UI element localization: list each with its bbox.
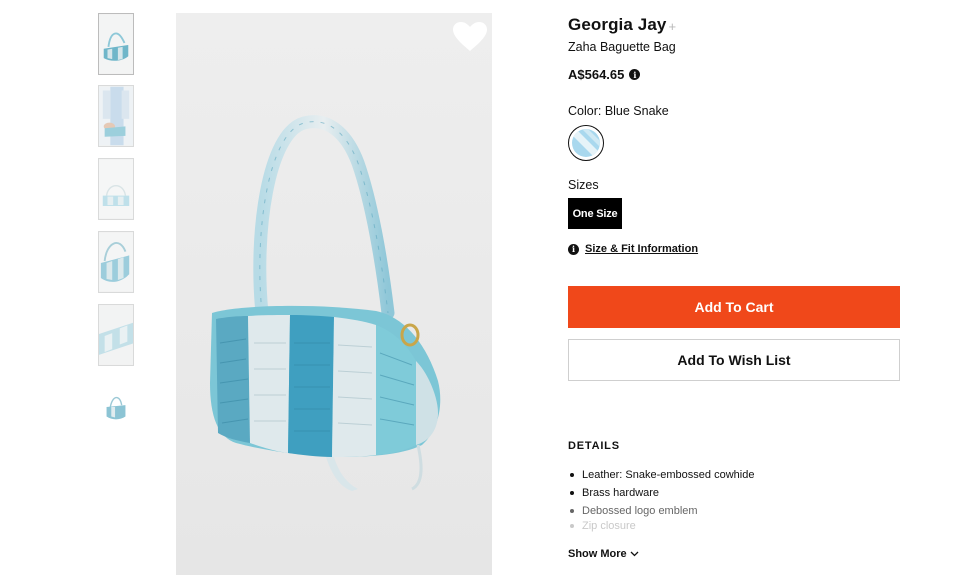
price: A$564.65 [568, 67, 625, 82]
color-label: Color: Blue Snake [568, 104, 669, 118]
add-to-cart-button[interactable]: Add To Cart [568, 286, 900, 328]
swatch-fill [572, 129, 600, 157]
thumbnail-1[interactable] [98, 13, 134, 75]
details-item: Zip closure [568, 520, 868, 532]
bag-thumbnail-image [99, 14, 133, 74]
bag-angle-thumbnail-image [99, 232, 133, 292]
details-item-text: Zip closure [582, 520, 636, 532]
bullet-icon [570, 473, 574, 477]
size-fit-row: i Size & Fit Information [568, 243, 900, 255]
thumbnail-6[interactable] [98, 377, 134, 439]
details-list: Leather: Snake-embossed cowhide Brass ha… [568, 466, 868, 532]
size-option-one-size[interactable]: One Size [568, 198, 622, 229]
show-more-label: Show More [568, 548, 627, 560]
bag-side-thumbnail-image [99, 159, 133, 219]
thumbnail-2[interactable] [98, 85, 134, 147]
bullet-icon [570, 524, 574, 528]
color-swatch-blue-snake[interactable] [568, 125, 604, 161]
bullet-icon [570, 509, 574, 513]
handbag-image [176, 13, 492, 575]
main-product-image[interactable] [176, 13, 492, 575]
sizes-label: Sizes [568, 178, 599, 192]
show-more-button[interactable]: Show More [568, 548, 639, 560]
chevron-down-icon [630, 551, 639, 557]
details-heading: DETAILS [568, 440, 620, 452]
product-info-panel: Georgia Jay + Zaha Baguette Bag A$564.65… [568, 13, 900, 560]
size-fit-information-link[interactable]: Size & Fit Information [585, 243, 698, 255]
bullet-icon [570, 491, 574, 495]
heart-icon[interactable] [452, 21, 488, 53]
brand-name[interactable]: Georgia Jay [568, 15, 666, 35]
model-thumbnail-image [99, 86, 133, 146]
bag-back-thumbnail-image [99, 378, 133, 438]
fit-info-icon: i [568, 243, 579, 255]
details-item: Leather: Snake-embossed cowhide [568, 466, 868, 484]
thumbnail-4[interactable] [98, 231, 134, 293]
details-item: Debossed logo emblem [568, 502, 868, 520]
price-row: A$564.65 i [568, 67, 900, 82]
details-item-text: Debossed logo emblem [582, 505, 698, 517]
thumbnail-3[interactable] [98, 158, 134, 220]
price-info-icon[interactable]: i [629, 69, 641, 80]
details-item-text: Leather: Snake-embossed cowhide [582, 469, 755, 481]
follow-brand-plus-icon[interactable]: + [668, 19, 676, 34]
bag-detail-thumbnail-image [99, 305, 133, 365]
brand-row: Georgia Jay + [568, 13, 900, 37]
blue-snake-swatch-icon [572, 129, 600, 157]
details-item: Brass hardware [568, 484, 868, 502]
details-item-text: Brass hardware [582, 487, 660, 499]
thumbnail-5[interactable] [98, 304, 134, 366]
product-name: Zaha Baguette Bag [568, 40, 676, 54]
add-to-wishlist-button[interactable]: Add To Wish List [568, 339, 900, 381]
